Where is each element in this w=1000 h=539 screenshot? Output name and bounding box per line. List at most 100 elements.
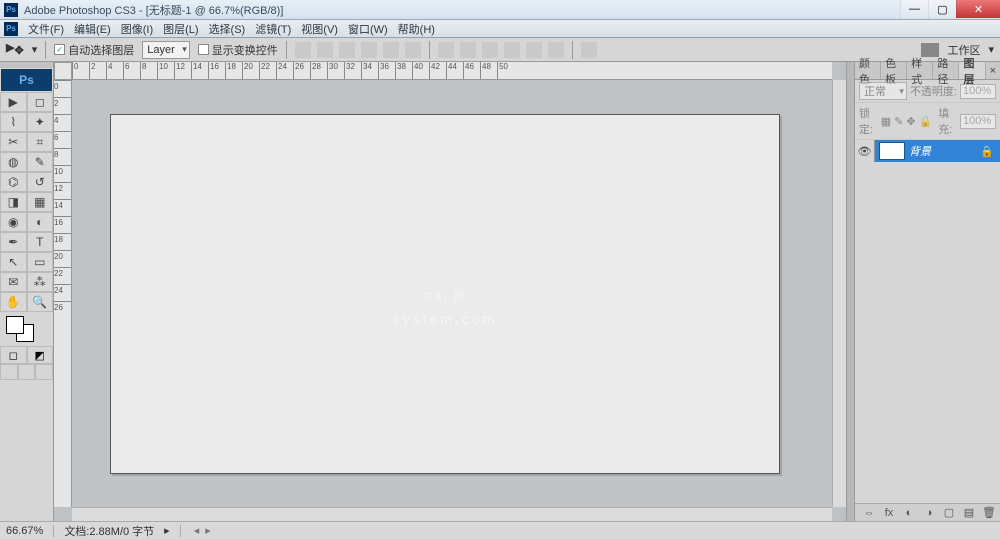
heal-tool[interactable]: ◍	[0, 152, 27, 172]
visibility-icon[interactable]: 👁	[855, 140, 875, 162]
auto-select-label: 自动选择图层	[68, 42, 134, 58]
opacity-label: 不透明度:	[910, 83, 957, 99]
horizontal-scrollbar[interactable]	[72, 507, 832, 521]
stamp-tool[interactable]: ⌬	[0, 172, 27, 192]
panel-dock-strip[interactable]	[846, 62, 854, 521]
eraser-tool[interactable]: ◨	[0, 192, 27, 212]
wand-tool[interactable]: ✦	[27, 112, 54, 132]
path-tool[interactable]: ↖	[0, 252, 27, 272]
layer-thumbnail[interactable]	[879, 142, 905, 160]
app-icon: Ps	[4, 3, 18, 17]
lock-all-icon[interactable]: 🔒	[919, 115, 933, 128]
menu-view[interactable]: 视图(V)	[301, 21, 338, 37]
foreground-color-icon[interactable]	[6, 316, 24, 334]
horizontal-ruler[interactable]: 0246810121416182022242628303234363840424…	[72, 62, 832, 80]
menu-help[interactable]: 帮助(H)	[398, 21, 435, 37]
options-bar: ▶✥ ▾ ✓ 自动选择图层 Layer 显示变换控件 工作区 ▾	[0, 38, 1000, 62]
vertical-ruler[interactable]: 02468101214161820222426	[54, 80, 72, 507]
panel-close-icon[interactable]: ×	[986, 62, 1000, 79]
blend-mode-dropdown[interactable]: 正常	[859, 82, 907, 100]
checkbox-icon	[198, 44, 209, 55]
fill-label: 填充:	[938, 105, 957, 137]
pen-tool[interactable]: ✒	[0, 232, 27, 252]
tab-swatches[interactable]: 色板	[881, 62, 907, 79]
color-swatches[interactable]	[0, 312, 53, 346]
menu-file[interactable]: 文件(F)	[28, 21, 64, 37]
lock-icon: 🔒	[980, 145, 994, 158]
layer-item[interactable]: 👁 背景 🔒	[855, 140, 1000, 162]
vertical-scrollbar[interactable]	[832, 80, 846, 507]
screen-mode-3[interactable]	[35, 364, 53, 380]
tab-paths[interactable]: 路径	[933, 62, 959, 79]
standard-mode-icon[interactable]: ◻	[0, 346, 27, 364]
fill-field[interactable]: 100%	[960, 114, 996, 129]
gradient-tool[interactable]: ▦	[27, 192, 54, 212]
doc-info[interactable]: 文档:2.88M/0 字节	[64, 523, 154, 539]
notes-tool[interactable]: ✉	[0, 272, 27, 292]
maximize-button[interactable]: ▢	[928, 0, 956, 18]
checkbox-icon: ✓	[54, 44, 65, 55]
chevron-down-icon[interactable]: ▾	[988, 43, 994, 56]
canvas-area: 0246810121416182022242628303234363840424…	[54, 62, 846, 521]
quickmask-mode-icon[interactable]: ◩	[27, 346, 54, 364]
hand-tool[interactable]: ✋	[0, 292, 27, 312]
marquee-tool[interactable]: ◻	[27, 92, 54, 112]
close-button[interactable]: ✕	[956, 0, 1000, 18]
layer-dropdown[interactable]: Layer	[142, 41, 190, 59]
slice-tool[interactable]: ⌗	[27, 132, 54, 152]
show-transform-checkbox[interactable]: 显示变换控件	[198, 42, 278, 58]
tab-styles[interactable]: 样式	[907, 62, 933, 79]
layer-name[interactable]: 背景	[909, 143, 980, 159]
ps-menu-icon[interactable]: Ps	[4, 22, 18, 36]
adjustment-layer-icon[interactable]: ◑	[922, 507, 936, 519]
menu-layer[interactable]: 图层(L)	[163, 21, 198, 37]
type-tool[interactable]: T	[27, 232, 54, 252]
layers-panel: 颜色 色板 样式 路径 图层 × 正常 不透明度: 100% 锁定: ▦ ✎ ✥…	[854, 62, 1000, 521]
zoom-tool[interactable]: 🔍	[27, 292, 54, 312]
brush-tool[interactable]: ✎	[27, 152, 54, 172]
chevron-right-icon[interactable]: ▸	[164, 524, 170, 537]
panel-tabs: 颜色 色板 样式 路径 图层 ×	[855, 62, 1000, 80]
ruler-origin[interactable]	[54, 62, 72, 80]
status-bar: 66.67% 文档:2.88M/0 字节 ▸ ◂▸	[0, 521, 1000, 539]
zoom-level[interactable]: 66.67%	[6, 525, 43, 537]
screen-mode-2[interactable]	[18, 364, 36, 380]
show-transform-label: 显示变换控件	[212, 42, 278, 58]
menu-select[interactable]: 选择(S)	[209, 21, 246, 37]
nav-arrows[interactable]: ◂▸	[191, 524, 214, 537]
new-layer-icon[interactable]: ▤	[962, 506, 976, 519]
lock-pixels-icon[interactable]: ✎	[894, 115, 903, 128]
auto-select-checkbox[interactable]: ✓ 自动选择图层	[54, 42, 134, 58]
window-title: Adobe Photoshop CS3 - [无标题-1 @ 66.7%(RGB…	[24, 2, 900, 18]
opacity-field[interactable]: 100%	[960, 84, 996, 99]
link-layers-icon[interactable]: ⇔	[862, 507, 876, 519]
panel-footer: ⇔ fx ◐ ◑ ▢ ▤ 🗑	[855, 503, 1000, 521]
menu-edit[interactable]: 编辑(E)	[74, 21, 111, 37]
menu-filter[interactable]: 滤镜(T)	[255, 21, 291, 37]
screen-mode-1[interactable]	[0, 364, 18, 380]
new-group-icon[interactable]: ▢	[942, 506, 956, 519]
tab-layers[interactable]: 图层	[959, 62, 985, 79]
title-bar: Ps Adobe Photoshop CS3 - [无标题-1 @ 66.7%(…	[0, 0, 1000, 20]
shape-tool[interactable]: ▭	[27, 252, 54, 272]
document-canvas[interactable]: GXI 网 system.com	[110, 114, 780, 474]
layer-mask-icon[interactable]: ◐	[902, 507, 916, 519]
lock-transparency-icon[interactable]: ▦	[881, 115, 891, 128]
menu-image[interactable]: 图像(I)	[121, 21, 153, 37]
layers-list: 👁 背景 🔒	[855, 140, 1000, 503]
move-tool[interactable]: ▶	[0, 92, 27, 112]
auto-align-icon	[581, 42, 597, 58]
dodge-tool[interactable]: ◐	[27, 212, 54, 232]
eyedropper-tool[interactable]: ⁂	[27, 272, 54, 292]
crop-tool[interactable]: ✂	[0, 132, 27, 152]
layer-style-icon[interactable]: fx	[882, 507, 896, 519]
lasso-tool[interactable]: ⌇	[0, 112, 27, 132]
canvas-viewport[interactable]: GXI 网 system.com	[72, 80, 832, 507]
tab-color[interactable]: 颜色	[855, 62, 881, 79]
delete-layer-icon[interactable]: 🗑	[982, 506, 996, 519]
minimize-button[interactable]: —	[900, 0, 928, 18]
lock-position-icon[interactable]: ✥	[906, 115, 915, 128]
blur-tool[interactable]: ◉	[0, 212, 27, 232]
menu-window[interactable]: 窗口(W)	[348, 21, 388, 37]
history-brush-tool[interactable]: ↺	[27, 172, 54, 192]
